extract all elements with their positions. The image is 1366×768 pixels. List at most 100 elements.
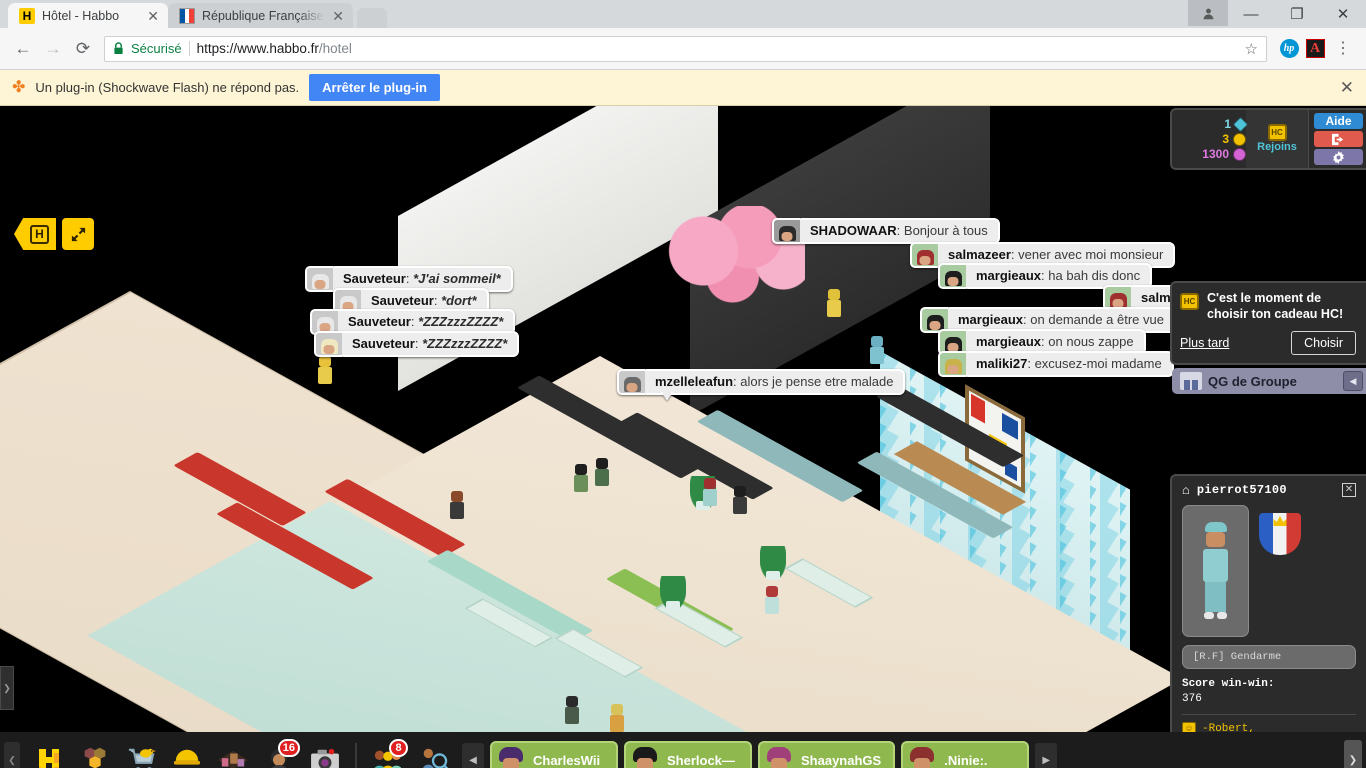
room-furniture-icon[interactable]	[210, 737, 256, 768]
hexagon-inventory-icon	[84, 747, 106, 768]
home-icon[interactable]: ⌂	[1182, 484, 1190, 497]
exit-room-button[interactable]	[1314, 131, 1363, 147]
bookmark-star-icon[interactable]: ☆	[1245, 40, 1258, 58]
hc-promo-row: HC C'est le moment de choisir ton cadeau…	[1180, 291, 1356, 322]
plugin-notification-bar: ✤ Un plug-in (Shockwave Flash) ne répond…	[0, 70, 1366, 106]
person-icon	[1203, 8, 1213, 19]
photo-camera-icon	[311, 748, 339, 768]
minimize-button[interactable]: —	[1228, 0, 1274, 28]
close-profile-icon[interactable]: ✕	[1342, 483, 1356, 497]
room-avatar-statue[interactable]	[827, 289, 841, 319]
habbo-game-canvas[interactable]: H Sauveteur: *J'ai sommeil* Sauveteur: *…	[0, 106, 1366, 732]
chat-bubble[interactable]: maliki27: excusez-moi madame	[938, 351, 1174, 378]
back-button[interactable]: ←	[8, 34, 38, 64]
me-notification-badge: 16	[277, 739, 300, 757]
close-window-button[interactable]: ✕	[1320, 0, 1366, 28]
avatar-face	[1206, 532, 1225, 547]
friend-chip-sherlock[interactable]: Sherlock—	[624, 741, 752, 768]
tab-title: République Française de	[202, 8, 325, 23]
room-avatar[interactable]	[595, 458, 609, 488]
bubble-avatar	[305, 266, 333, 293]
hc-later-link[interactable]: Plus tard	[1180, 336, 1229, 350]
camera-icon[interactable]	[302, 737, 348, 768]
friend-chip-ninie[interactable]: .Ninie:.	[901, 741, 1030, 768]
room-avatar[interactable]	[610, 704, 624, 732]
maximize-button[interactable]: ❐	[1274, 0, 1320, 28]
duckets-row[interactable]: 3	[1178, 132, 1246, 146]
habbo-logo-icon: H	[30, 224, 49, 244]
me-profile-icon[interactable]: 16	[256, 737, 302, 768]
room-avatar[interactable]	[574, 464, 588, 494]
friend-chip-shaaynahgs[interactable]: ShaaynahGS	[758, 741, 896, 768]
reload-button[interactable]: ⟳	[68, 34, 98, 64]
help-button[interactable]: Aide	[1314, 113, 1363, 129]
profile-username: pierrot57100	[1196, 483, 1287, 497]
profile-avatar-icon[interactable]	[1188, 0, 1228, 26]
friend-name-link[interactable]: -Robert,	[1202, 723, 1255, 732]
friend-search-icon[interactable]	[410, 737, 456, 768]
fullscreen-button[interactable]	[62, 218, 94, 250]
friends-icon[interactable]: 8	[364, 737, 410, 768]
toolbar-collapse-button[interactable]: ❮	[4, 742, 20, 768]
hc-join-button[interactable]: HC Rejoins	[1246, 110, 1308, 168]
game-controls: H	[14, 218, 94, 250]
room-avatar[interactable]	[765, 586, 779, 616]
room-avatar[interactable]	[870, 336, 884, 366]
hp-extension-icon[interactable]: hp	[1276, 36, 1302, 62]
group-collapse-button[interactable]: ◀	[1343, 371, 1363, 391]
gear-icon	[1333, 150, 1344, 164]
friend-name: .Ninie:.	[944, 752, 988, 768]
tab-title: Hôtel - Habbo	[42, 8, 120, 23]
forward-button[interactable]: →	[38, 34, 68, 64]
builders-club-icon[interactable]	[164, 737, 210, 768]
tab-close-icon[interactable]: ✕	[147, 9, 159, 23]
left-panel-toggle[interactable]: ❯	[0, 666, 14, 710]
friends-next-button[interactable]: ▶	[1035, 743, 1058, 768]
credits-row[interactable]: 1300	[1178, 147, 1246, 161]
avatar-torso	[1203, 549, 1228, 582]
bubble-avatar	[938, 351, 966, 378]
group-hq-bar[interactable]: QG de Groupe ◀	[1172, 368, 1366, 394]
new-tab-button[interactable]	[357, 8, 387, 28]
address-bar[interactable]: Sécurisé https://www.habbo.fr/hotel ☆	[104, 35, 1267, 62]
chat-bubble[interactable]: mzelleleafun: alors je pense etre malade	[617, 369, 906, 401]
room-avatar[interactable]	[703, 478, 717, 508]
toolbar-more-button[interactable]: ❯	[1344, 740, 1362, 768]
habbo-home-icon[interactable]	[26, 737, 72, 768]
score-label: Score win-win:	[1182, 678, 1275, 690]
avatar	[1182, 505, 1249, 637]
french-flag-favicon-icon	[179, 7, 195, 24]
settings-button[interactable]	[1314, 149, 1363, 165]
friend-name: CharlesWii	[533, 752, 601, 768]
shop-cart-icon[interactable]	[118, 737, 164, 768]
group-badge-icon	[1180, 372, 1202, 390]
stop-plugin-button[interactable]: Arrêter le plug-in	[309, 74, 440, 101]
inventory-icon[interactable]	[72, 737, 118, 768]
window-controls: — ❐ ✕	[1188, 0, 1366, 28]
chrome-menu-button[interactable]: ⋮	[1328, 34, 1358, 64]
browser-tab-habbo[interactable]: H Hôtel - Habbo ✕	[8, 3, 168, 28]
room-avatar[interactable]	[733, 486, 747, 516]
adobe-pdf-extension-icon[interactable]: A	[1302, 36, 1328, 62]
tab-close-icon[interactable]: ✕	[332, 9, 344, 23]
tabstrip: H Hôtel - Habbo ✕ République Française d…	[0, 0, 1188, 28]
browser-tab-republique[interactable]: République Française de ✕	[168, 3, 353, 28]
room-avatar[interactable]	[318, 356, 332, 386]
room-avatar[interactable]	[565, 696, 579, 726]
hc-choose-button[interactable]: Choisir	[1291, 331, 1356, 356]
friend-chip-charleswii[interactable]: CharlesWii	[490, 741, 618, 768]
friends-prev-button[interactable]: ◀	[462, 743, 484, 768]
friend-name: ShaaynahGS	[801, 752, 882, 768]
diamond-row[interactable]: 1	[1178, 116, 1249, 132]
credits-amount: 1300	[1202, 147, 1229, 161]
habbo-home-button[interactable]: H	[14, 218, 56, 250]
friend-name: Sherlock—	[667, 752, 735, 768]
close-notification-icon[interactable]: ✕	[1340, 78, 1354, 98]
hud-top-bar: 1 3 1300 HC Rejoins Aide	[1170, 108, 1366, 170]
profile-friend-row[interactable]: ☺ -Robert,	[1182, 722, 1356, 732]
smiley-icon: ☺	[1182, 722, 1196, 732]
room-avatar[interactable]	[450, 491, 464, 521]
avatar-legs	[1205, 582, 1226, 612]
chat-bubble[interactable]: Sauveteur: *ZZZzzzZZZZ*	[314, 331, 520, 358]
chat-bubble[interactable]: SHADOWAAR: Bonjour à tous	[772, 218, 1000, 245]
